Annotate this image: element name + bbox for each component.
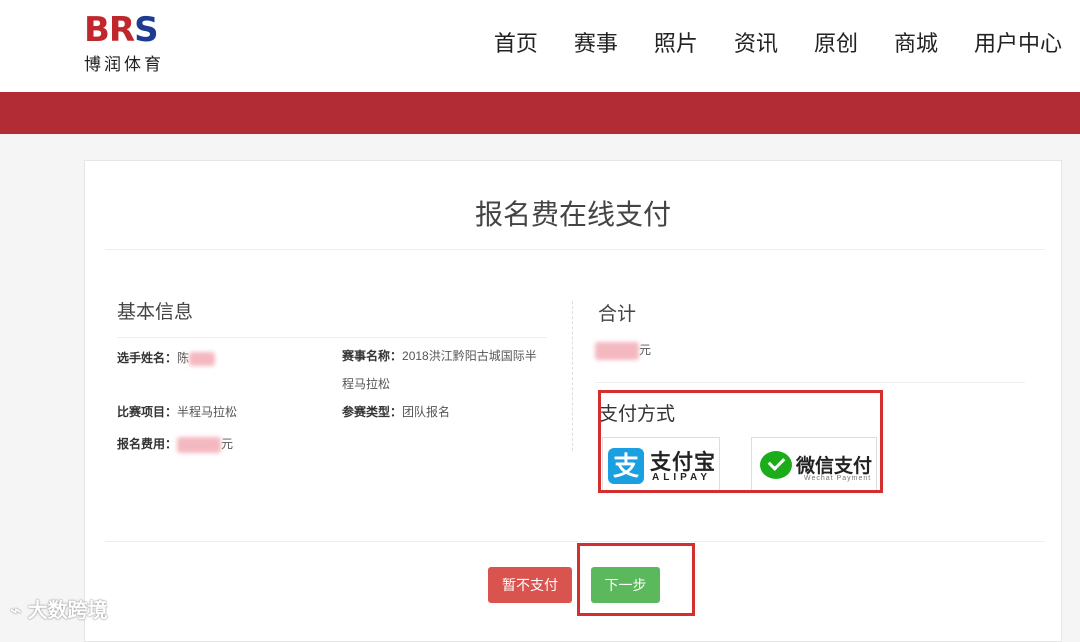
nav-original[interactable]: 原创	[814, 28, 858, 60]
event-name-value-cont: 程马拉松	[342, 377, 391, 391]
nav-shop[interactable]: 商城	[894, 28, 938, 60]
nav-user-center[interactable]: 用户中心	[974, 28, 1062, 60]
next-step-highlight	[577, 543, 695, 616]
logo-mark: BRS	[84, 10, 159, 50]
brand-banner-bar	[0, 92, 1080, 134]
weibo-icon: ⌁	[10, 600, 23, 622]
redacted-mask	[595, 341, 639, 360]
nav-news[interactable]: 资讯	[734, 28, 778, 60]
brand-logo[interactable]: BRS 博润体育	[84, 12, 194, 74]
logo-subtitle: 博润体育	[84, 55, 164, 74]
divider	[105, 541, 1045, 542]
total-title: 合计	[598, 304, 637, 325]
page-title: 报名费在线支付	[474, 199, 671, 230]
divider	[595, 382, 1025, 383]
nav-home[interactable]: 首页	[494, 28, 538, 60]
pay-method-highlight	[598, 390, 883, 493]
item-label: 比赛项目：	[117, 405, 178, 419]
nav-events[interactable]: 赛事	[574, 28, 618, 60]
column-divider	[572, 301, 573, 451]
type-field: 参赛类型：团队报名	[342, 403, 450, 420]
type-value: 团队报名	[402, 405, 451, 419]
event-name-field: 赛事名称：2018洪江黔阳古城国际半 程马拉松	[342, 342, 542, 398]
nav-photos[interactable]: 照片	[654, 28, 698, 60]
fee-label: 报名费用：	[117, 437, 178, 451]
total-unit: 元	[639, 343, 652, 357]
total-amount: 元	[595, 341, 651, 360]
site-header: BRS 博润体育 首页 赛事 照片 资讯 原创 商城 用户中心	[0, 0, 1080, 92]
redacted-mask	[189, 351, 216, 366]
payment-card: 报名费在线支付 基本信息 选手姓名：陈 赛事名称：2018洪江黔阳古城国际半 程…	[84, 160, 1062, 642]
divider	[105, 249, 1045, 250]
watermark: ⌁ 大数跨境	[10, 594, 108, 623]
fee-field: 报名费用： 元	[117, 435, 233, 453]
divider	[117, 337, 547, 338]
redacted-mask	[177, 436, 222, 453]
player-name-field: 选手姓名：陈	[117, 349, 216, 366]
skip-payment-button[interactable]: 暂不支付	[488, 567, 572, 603]
basic-info-title: 基本信息	[117, 302, 194, 323]
player-name-value: 陈	[177, 351, 190, 365]
type-label: 参赛类型：	[342, 405, 403, 419]
item-field: 比赛项目：半程马拉松	[117, 403, 237, 420]
main-nav: 首页 赛事 照片 资讯 原创 商城 用户中心	[458, 28, 1062, 60]
event-name-value: 2018洪江黔阳古城国际半	[402, 349, 537, 363]
watermark-text: 大数跨境	[27, 600, 108, 622]
player-name-label: 选手姓名：	[117, 351, 178, 365]
event-name-label: 赛事名称：	[342, 349, 403, 363]
fee-unit: 元	[221, 437, 234, 451]
item-value: 半程马拉松	[177, 405, 238, 419]
